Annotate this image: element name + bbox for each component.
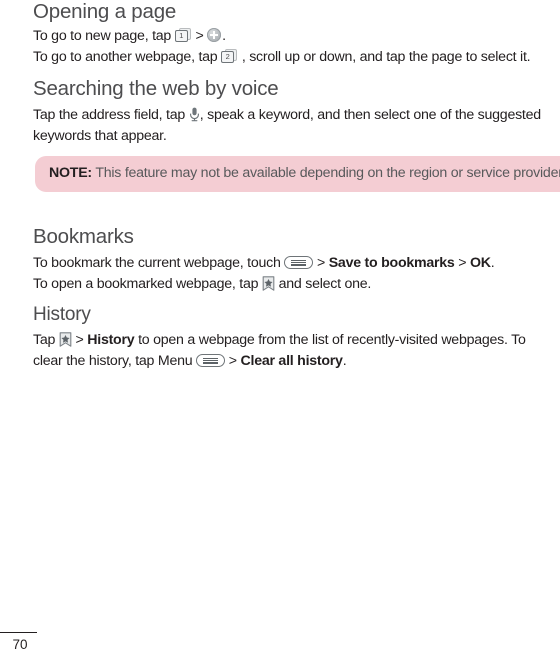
heading-opening-a-page: Opening a page — [33, 0, 177, 23]
menu-line-1 — [291, 259, 307, 261]
bookmarks-save-label: Save to bookmarks — [328, 255, 455, 271]
voice-text-a: Tap the address field, tap — [33, 107, 189, 123]
menu-line-2 — [203, 360, 219, 362]
page-number: 70 — [12, 637, 28, 652]
heading-searching-the-web-by-voice: Searching the web by voice — [33, 77, 279, 100]
opening-line2-text-a: To go to another webpage, tap — [33, 49, 222, 65]
opening-line1-text-c: . — [222, 28, 226, 44]
bookmarks-line1-text-a: To bookmark the current webpage, touch — [33, 255, 285, 271]
plus-circle-icon — [207, 28, 222, 43]
opening-line1-text-a: To go to new page, tap — [33, 28, 175, 44]
note-callout: NOTE: This feature may not be available … — [35, 156, 560, 192]
bookmarks-line-1: To bookmark the current webpage, touch >… — [33, 253, 560, 274]
opening-line2-text-b: , scroll up or down, and tap the page to… — [238, 49, 531, 65]
history-text-d: > — [225, 353, 241, 369]
menu-icon — [284, 256, 314, 269]
paragraph-bookmarks: To bookmark the current webpage, touch >… — [33, 253, 560, 295]
bookmarks-line2-text-a: To open a bookmarked webpage, tap — [33, 276, 262, 292]
history-text-b: > — [71, 332, 88, 348]
bookmark-star-icon — [59, 332, 72, 347]
plus-bar-vertical — [213, 31, 216, 39]
opening-line1-text-b: > — [191, 28, 208, 44]
history-text-a: Tap — [33, 332, 59, 348]
bookmarks-ok-label: OK — [470, 255, 491, 271]
note-text: This feature may not be available depend… — [92, 165, 560, 181]
bookmarks-line2-text-b: and select one. — [274, 276, 372, 292]
menu-icon — [196, 354, 226, 367]
heading-bookmarks: Bookmarks — [33, 225, 134, 248]
history-text-e: . — [342, 353, 347, 369]
note-body: This feature may not be available depend… — [95, 165, 560, 181]
menu-line-1 — [203, 357, 219, 359]
bookmarks-line-2: To open a bookmarked webpage, tap and se… — [33, 274, 560, 295]
bookmarks-line1-text-b: > — [313, 255, 329, 271]
paragraph-history: Tap > History to open a webpage from the… — [33, 330, 554, 372]
paragraph-searching-the-web-by-voice: Tap the address field, tap , speak a key… — [33, 105, 560, 147]
menu-line-3 — [291, 264, 307, 266]
tab-count-2-icon: 2 — [221, 49, 238, 64]
manual-page: Opening a page To go to new page, tap 1 … — [0, 0, 560, 654]
microphone-icon — [189, 107, 200, 122]
paragraph-opening-a-page: To go to new page, tap 1 > . To go to an… — [33, 26, 560, 68]
bookmarks-line1-text-d: . — [490, 255, 495, 271]
tab-count-1-icon: 1 — [174, 28, 192, 43]
tab-front-shape: 2 — [221, 51, 235, 63]
history-bold-history: History — [87, 332, 135, 348]
footer-divider — [0, 632, 37, 633]
opening-line-2: To go to another webpage, tap 2 , scroll… — [33, 47, 560, 68]
note-label: NOTE: — [49, 165, 92, 181]
opening-line-1: To go to new page, tap 1 > . — [33, 26, 560, 47]
history-bold-clear-all: Clear all history — [240, 353, 343, 369]
bookmarks-line1-text-c: > — [454, 255, 470, 271]
bookmark-star-icon — [262, 276, 275, 291]
menu-line-3 — [203, 362, 219, 364]
tab-front-shape: 1 — [174, 30, 188, 42]
heading-history: History — [33, 304, 91, 325]
menu-line-2 — [291, 262, 307, 264]
